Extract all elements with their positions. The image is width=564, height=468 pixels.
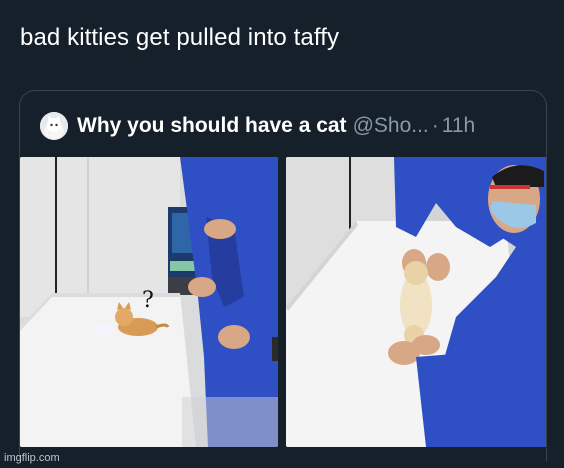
question-mark-overlay: ? [142,288,154,313]
tweet-header: Why you should have a cat @Sho... · 11h [40,111,475,141]
tweet-photo-left[interactable]: ? [20,157,278,447]
imgflip-watermark: imgflip.com [4,452,60,464]
tweet-author-handle[interactable]: @Sho... [353,114,429,138]
tweet-timestamp[interactable]: 11h [442,114,475,138]
cat-avatar[interactable] [40,112,68,140]
tweet-author-name[interactable]: Why you should have a cat [77,114,347,138]
embedded-tweet-card[interactable]: Why you should have a cat @Sho... · 11h [19,90,547,461]
meme-caption: bad kitties get pulled into taffy [20,24,340,51]
tweet-photo-right[interactable] [286,157,546,447]
tweet-separator: · [431,114,439,137]
